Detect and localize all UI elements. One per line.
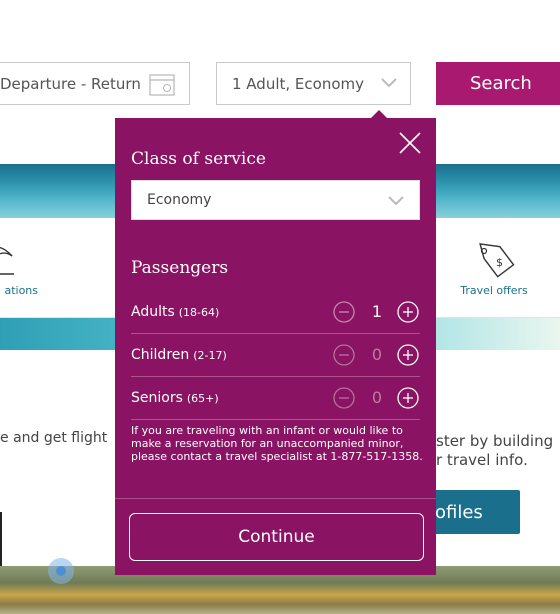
- passenger-class-popover: Class of service Economy Passengers Adul…: [115, 118, 436, 575]
- plus-circle-icon[interactable]: [397, 387, 419, 409]
- infant-minor-note: If you are traveling with an infant or w…: [131, 424, 423, 463]
- class-of-service-select[interactable]: Economy: [131, 180, 420, 220]
- class-of-service-title: Class of service: [131, 149, 266, 169]
- plus-circle-icon[interactable]: [397, 344, 419, 366]
- passenger-age-range: (18-64): [178, 305, 220, 319]
- passengers-dropdown-text: 1 Adult, Economy: [232, 74, 364, 93]
- tile-travel-offers[interactable]: $ Travel offers: [458, 240, 530, 297]
- passenger-type-label: Children: [131, 347, 190, 363]
- search-button[interactable]: Search: [436, 62, 560, 105]
- cursor-indicator: [48, 558, 74, 584]
- passengers-dropdown[interactable]: 1 Adult, Economy: [216, 62, 411, 105]
- tile-travel-offers-label: Travel offers: [460, 284, 528, 297]
- passenger-age-range: (65+): [186, 391, 219, 405]
- minus-circle-icon[interactable]: [333, 344, 355, 366]
- dates-field[interactable]: Departure - Return: [0, 62, 190, 105]
- left-edge-bar: [0, 512, 2, 568]
- passengers-title: Passengers: [131, 258, 229, 278]
- adults-count: 1: [371, 302, 383, 321]
- chevron-down-icon: [388, 196, 404, 206]
- close-icon[interactable]: [398, 131, 422, 155]
- promo-text-right-line2: r travel info.: [436, 451, 528, 469]
- plus-circle-icon[interactable]: [397, 301, 419, 323]
- umbrella-icon: [0, 246, 14, 275]
- tile-vacations-label: ations: [4, 284, 38, 297]
- children-count: 0: [371, 345, 383, 364]
- passenger-type-label: Adults: [131, 304, 175, 320]
- tile-vacations[interactable]: ations: [0, 240, 40, 297]
- minus-circle-icon[interactable]: [333, 387, 355, 409]
- promo-text-right-line1: ster by building: [436, 432, 554, 450]
- passenger-row-seniors: Seniors (65+) 0: [131, 377, 420, 420]
- promo-text-left: e and get flight: [0, 430, 108, 446]
- calendar-icon[interactable]: [149, 74, 175, 96]
- class-of-service-value: Economy: [147, 192, 212, 208]
- svg-text:$: $: [496, 256, 503, 269]
- passenger-age-range: (2-17): [193, 348, 227, 362]
- seniors-count: 0: [371, 388, 383, 407]
- minus-circle-icon[interactable]: [333, 301, 355, 323]
- chevron-down-icon: [381, 78, 397, 88]
- passenger-type-label: Seniors: [131, 390, 183, 406]
- passenger-row-children: Children (2-17) 0: [131, 334, 420, 377]
- promo-text-right: ster by building r travel info.: [436, 432, 553, 470]
- dates-field-text: Departure - Return: [0, 74, 141, 93]
- price-tag-icon: $: [479, 243, 515, 278]
- passenger-row-adults: Adults (18-64) 1: [131, 291, 420, 334]
- continue-button[interactable]: Continue: [129, 513, 424, 561]
- popover-divider: [115, 498, 436, 499]
